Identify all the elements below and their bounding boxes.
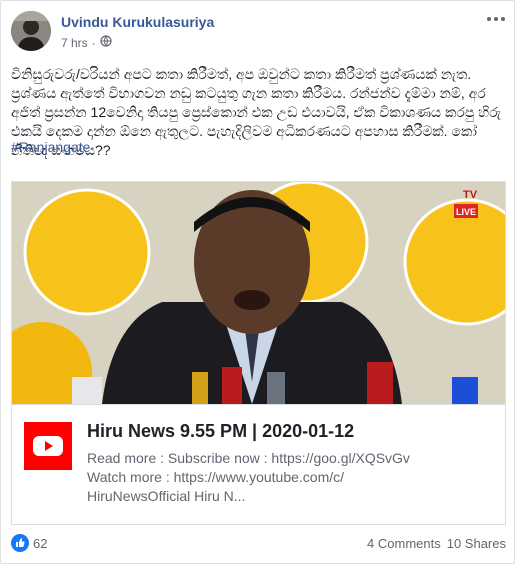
video-thumbnail[interactable]: LIVE TV bbox=[12, 182, 505, 404]
post-time[interactable]: 7 hrs bbox=[61, 36, 88, 50]
link-info[interactable]: Hiru News 9.55 PM | 2020-01-12 Read more… bbox=[12, 404, 505, 524]
link-desc-line-2: Watch more : https://www.youtube.com/c/ bbox=[87, 469, 345, 485]
like-icon[interactable] bbox=[11, 534, 29, 552]
like-count[interactable]: 62 bbox=[33, 536, 47, 551]
shares-count[interactable]: 10 Shares bbox=[447, 536, 506, 551]
more-icon[interactable] bbox=[486, 13, 506, 25]
post-header: Uvindu Kurukulasuriya 7 hrs · bbox=[11, 11, 506, 55]
live-label: LIVE bbox=[456, 207, 476, 217]
avatar-image bbox=[11, 11, 51, 51]
post-meta: 7 hrs · bbox=[61, 35, 112, 50]
youtube-icon bbox=[24, 422, 72, 470]
hashtag-link[interactable]: #Ranjangate bbox=[11, 139, 90, 155]
post-footer: 62 4 Comments 10 Shares bbox=[11, 532, 506, 558]
link-preview[interactable]: LIVE TV Hiru News 9.55 PM | 2020-01-12 R… bbox=[11, 181, 506, 525]
author-name[interactable]: Uvindu Kurukulasuriya bbox=[61, 14, 214, 30]
comments-count[interactable]: 4 Comments bbox=[367, 536, 441, 551]
post-card: Uvindu Kurukulasuriya 7 hrs · විනිසුරුවර… bbox=[0, 0, 515, 564]
avatar[interactable] bbox=[11, 11, 51, 51]
tv-label: TV bbox=[463, 189, 478, 201]
link-desc-line-3: HiruNewsOfficial Hiru N... bbox=[87, 488, 246, 504]
link-description: Read more : Subscribe now : https://goo.… bbox=[87, 449, 487, 506]
link-title[interactable]: Hiru News 9.55 PM | 2020-01-12 bbox=[87, 421, 354, 442]
engagement-counts: 4 Comments 10 Shares bbox=[367, 536, 506, 551]
meta-separator: · bbox=[91, 35, 96, 50]
globe-icon bbox=[100, 35, 112, 50]
link-desc-line-1: Read more : Subscribe now : https://goo.… bbox=[87, 450, 410, 466]
